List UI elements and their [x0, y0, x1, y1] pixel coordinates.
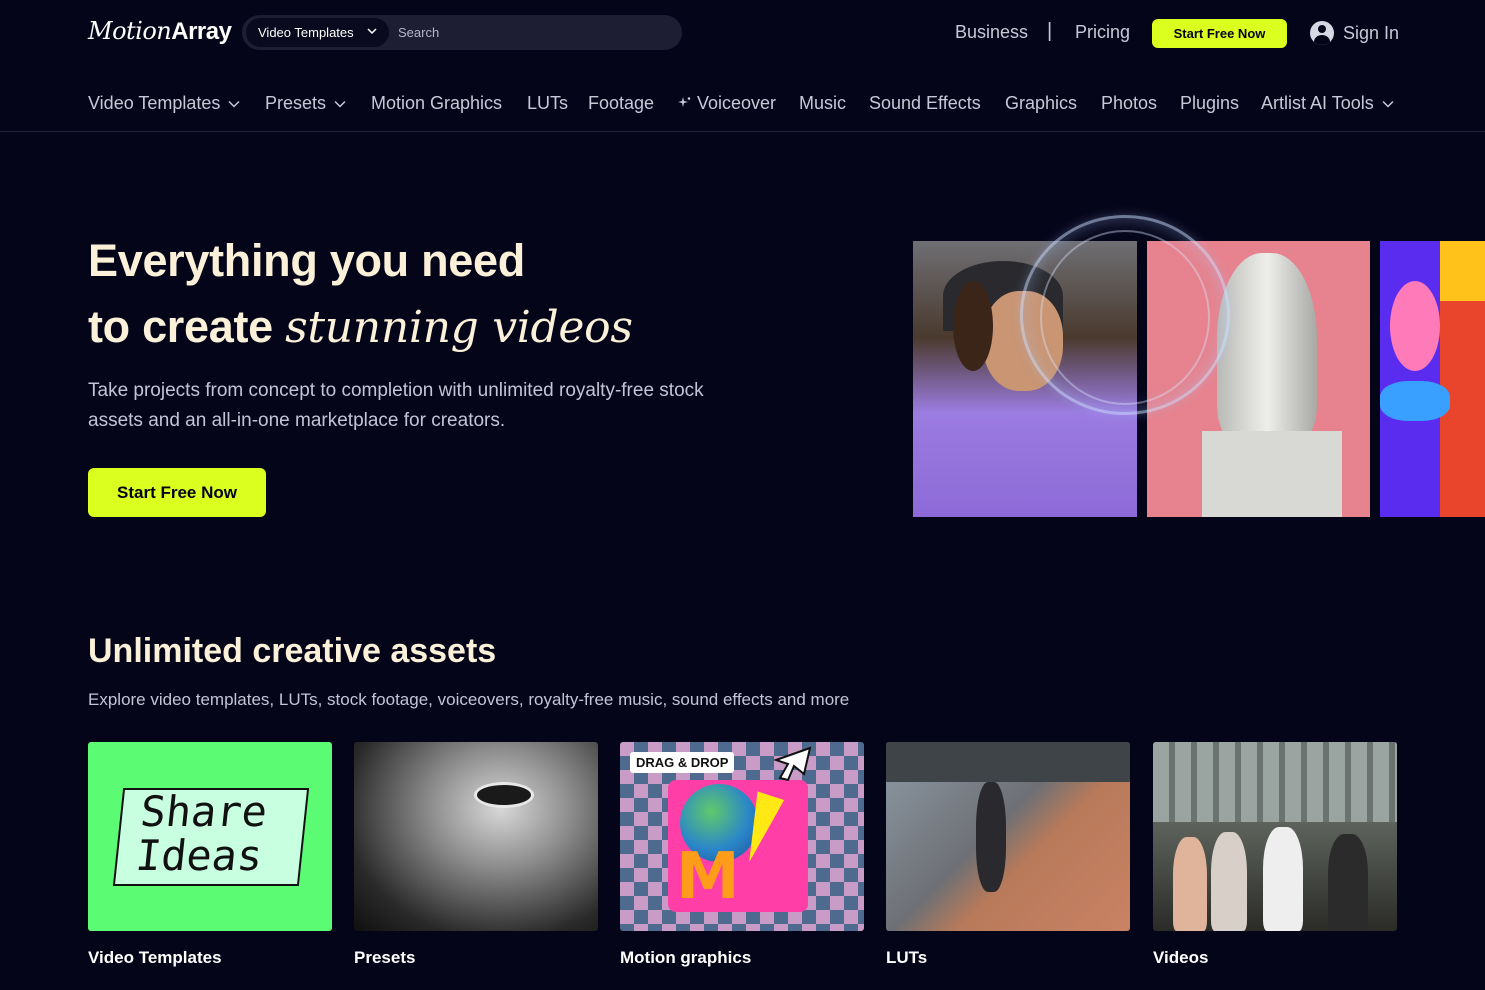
- logo-text-light: Motion: [88, 17, 172, 45]
- nav-item-label: Graphics: [1005, 93, 1078, 113]
- nav-item-label: Artlist AI Tools: [1261, 93, 1374, 113]
- asset-card-label: LUTs: [886, 948, 928, 967]
- nav-item-label: Plugins: [1180, 93, 1240, 113]
- nav-item-label: Video Templates: [88, 93, 221, 113]
- letter-m-artwork: M: [676, 840, 740, 914]
- hero-title-line2: to create: [88, 301, 286, 352]
- sign-in-label: Sign In: [1343, 22, 1400, 43]
- asset-card-luts[interactable]: LUTs: [886, 742, 1130, 968]
- top-bar: MotionArray Video Templates Business | P…: [0, 0, 1485, 66]
- chevron-down-icon: [228, 100, 240, 108]
- nav-item-label: Footage: [588, 93, 655, 113]
- logo-text-bold: Array: [171, 18, 232, 45]
- search-category-dropdown[interactable]: Video Templates: [246, 18, 389, 47]
- asset-card-label: Video Templates: [88, 948, 222, 967]
- chevron-down-icon: [367, 28, 377, 35]
- chevron-down-icon: [1382, 100, 1394, 108]
- motion-array-logo[interactable]: MotionArray: [88, 17, 232, 46]
- asset-card-motion-graphics[interactable]: M DRAG & DROP Motion graphics: [620, 742, 864, 968]
- hero-image-abstract: [1380, 241, 1485, 517]
- nav-item-sound-effects[interactable]: Sound Effects: [869, 93, 981, 114]
- search-category-label: Video Templates: [258, 25, 354, 40]
- asset-thumbnail: [1153, 742, 1397, 931]
- asset-card-presets[interactable]: Presets: [354, 742, 598, 968]
- nav-item-video-templates[interactable]: Video Templates: [88, 93, 240, 114]
- nav-item-label: Motion Graphics: [371, 93, 503, 113]
- asset-card-label: Motion graphics: [620, 948, 752, 967]
- business-link[interactable]: Business: [955, 22, 1028, 43]
- chevron-down-icon: [334, 100, 346, 108]
- cursor-arrow-icon: [772, 746, 812, 782]
- asset-card-videos[interactable]: Videos: [1153, 742, 1397, 968]
- nav-item-photos[interactable]: Photos: [1101, 93, 1157, 114]
- nav-item-plugins[interactable]: Plugins: [1180, 93, 1239, 114]
- nav-item-voiceover[interactable]: Voiceover: [678, 93, 776, 114]
- nav-item-label: Photos: [1101, 93, 1158, 113]
- thumb-text: Share: [138, 787, 270, 836]
- section-title: Unlimited creative assets: [88, 632, 497, 670]
- section-subtitle: Explore video templates, LUTs, stock foo…: [88, 690, 850, 709]
- nav-item-label: Voiceover: [697, 93, 777, 113]
- pricing-link[interactable]: Pricing: [1075, 22, 1130, 43]
- hero-title: Everything you need to create stunning v…: [88, 228, 808, 361]
- drag-drop-badge: DRAG & DROP: [630, 752, 735, 773]
- hero-subtitle: Take projects from concept to completion…: [88, 380, 704, 431]
- share-ideas-artwork: Share Ideas: [112, 787, 310, 886]
- sign-in-button[interactable]: Sign In: [1310, 20, 1399, 46]
- search-input[interactable]: [398, 21, 668, 44]
- nav-item-presets[interactable]: Presets: [265, 93, 346, 114]
- hero-title-line1: Everything you need: [88, 235, 525, 286]
- sparkle-icon: [678, 93, 691, 114]
- asset-thumbnail: [886, 742, 1130, 931]
- nav-item-artlist-ai-tools[interactable]: Artlist AI Tools: [1261, 93, 1394, 114]
- thumb-text: Ideas: [133, 831, 266, 880]
- nav-item-graphics[interactable]: Graphics: [1005, 93, 1077, 114]
- asset-card-label: Presets: [354, 948, 416, 967]
- nav-separator: |: [1047, 20, 1053, 42]
- header-start-free-button[interactable]: Start Free Now: [1152, 19, 1287, 48]
- asset-card-label: Videos: [1153, 948, 1209, 967]
- category-nav: Video Templates Presets Motion Graphics …: [0, 66, 1485, 132]
- asset-card-video-templates[interactable]: Share Ideas Video Templates: [88, 742, 332, 968]
- hero-start-free-button[interactable]: Start Free Now: [88, 468, 266, 517]
- glass-ring-decoration-inner: [1040, 230, 1210, 405]
- nav-item-footage[interactable]: Footage: [588, 93, 654, 114]
- nav-item-motion-graphics[interactable]: Motion Graphics: [371, 93, 502, 114]
- nav-item-luts[interactable]: LUTs: [527, 93, 568, 114]
- nav-item-label: Sound Effects: [869, 93, 981, 113]
- hero-title-italic: stunning videos: [285, 302, 633, 353]
- asset-thumbnail: Share Ideas: [88, 742, 332, 931]
- nav-item-label: Music: [799, 93, 847, 113]
- asset-thumbnail: M DRAG & DROP: [620, 742, 864, 931]
- nav-item-label: Presets: [265, 93, 327, 113]
- asset-thumbnail: [354, 742, 598, 931]
- search-bar: Video Templates: [242, 15, 682, 50]
- user-avatar-icon: [1310, 21, 1334, 45]
- nav-item-music[interactable]: Music: [799, 93, 846, 114]
- nav-item-label: LUTs: [527, 93, 569, 113]
